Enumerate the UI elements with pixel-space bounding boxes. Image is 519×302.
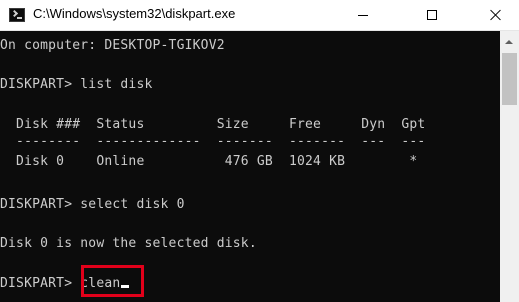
console-result-line: Disk 0 is now the selected disk. xyxy=(0,236,257,251)
disk-table-row: Disk 0 Online 476 GB 1024 KB * xyxy=(0,154,418,169)
console-output[interactable]: On computer: DESKTOP-TGIKOV2 DISKPART> l… xyxy=(0,31,500,302)
window-title: C:\Windows\system32\diskpart.exe xyxy=(33,6,236,21)
close-icon xyxy=(490,9,502,21)
minimize-button[interactable] xyxy=(340,0,386,30)
prompt-text: DISKPART> xyxy=(0,276,81,291)
title-bar[interactable]: C:\Windows\system32\diskpart.exe xyxy=(0,0,519,31)
maximize-icon xyxy=(427,10,437,20)
disk-table-rule: -------- ------------- ------- ------- -… xyxy=(0,134,426,149)
console-command-list-disk: DISKPART> list disk xyxy=(0,77,153,92)
vertical-scrollbar[interactable] xyxy=(500,31,519,302)
clean-command-highlight xyxy=(81,265,144,297)
scroll-up-arrow-icon[interactable] xyxy=(505,40,513,44)
console-computer-line: On computer: DESKTOP-TGIKOV2 xyxy=(0,38,225,53)
disk-table-header: Disk ### Status Size Free Dyn Gpt xyxy=(0,117,426,132)
console-command-select-disk: DISKPART> select disk 0 xyxy=(0,197,185,212)
close-button[interactable] xyxy=(473,0,519,30)
console-icon xyxy=(9,8,25,22)
scrollbar-thumb[interactable] xyxy=(502,53,517,105)
minimize-icon xyxy=(358,14,368,16)
maximize-button[interactable] xyxy=(409,0,455,30)
command-prompt-window: C:\Windows\system32\diskpart.exe On comp… xyxy=(0,0,519,302)
